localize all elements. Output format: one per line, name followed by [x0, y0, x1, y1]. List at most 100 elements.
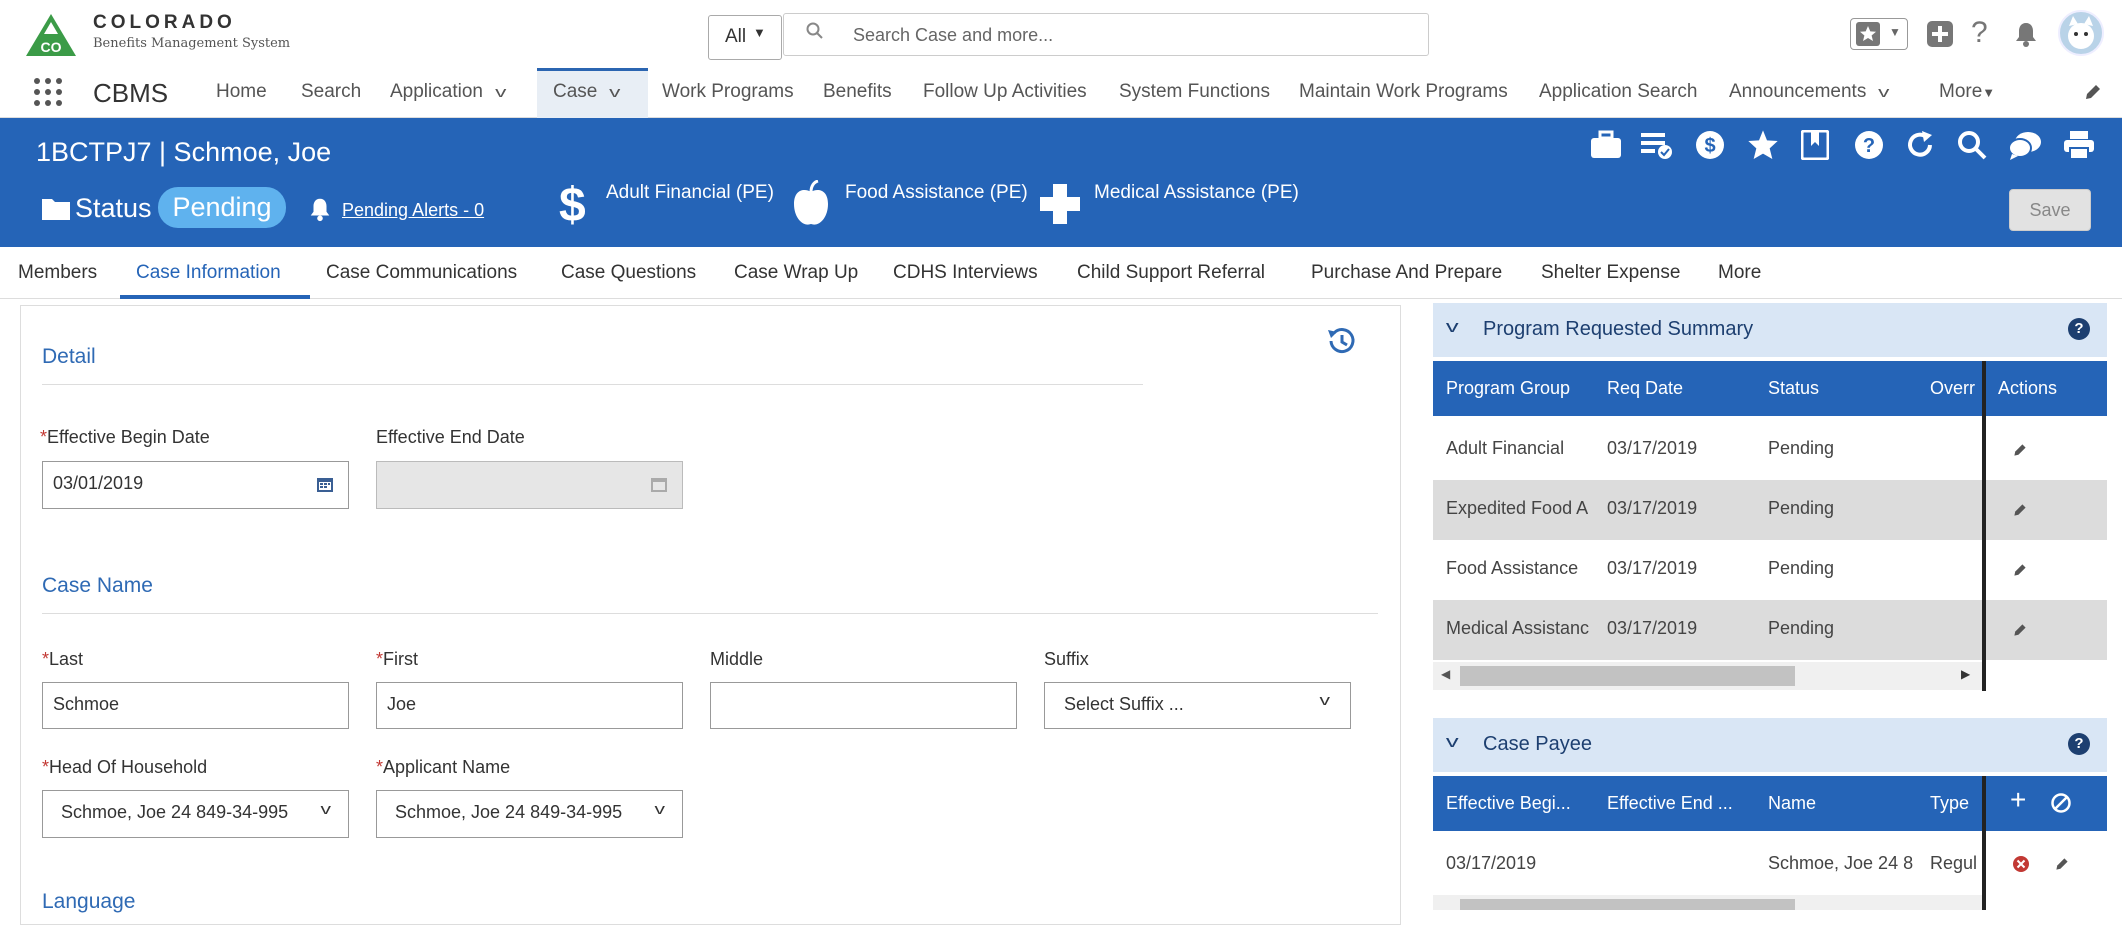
- head-of-household-select[interactable]: Schmoe, Joe 24 849-34-995 v: [42, 790, 349, 838]
- table-row[interactable]: 03/17/2019 Schmoe, Joe 24 8 Regul: [1433, 835, 1983, 895]
- star-icon[interactable]: [1747, 129, 1779, 161]
- tab-case-wrap-up[interactable]: Case Wrap Up: [734, 262, 858, 284]
- col-name[interactable]: Name: [1768, 793, 1816, 814]
- program-adult-financial[interactable]: Adult Financial (PE): [606, 182, 774, 204]
- chevron-down-icon[interactable]: v: [609, 84, 620, 101]
- horizontal-scrollbar[interactable]: ◀ ▶: [1433, 662, 1982, 690]
- bell-icon: [310, 198, 330, 222]
- tab-case-information[interactable]: Case Information: [136, 262, 281, 284]
- edit-pencil-icon[interactable]: [2012, 502, 2028, 518]
- program-food-assistance[interactable]: Food Assistance (PE): [845, 182, 1028, 204]
- edit-pencil-icon[interactable]: [2012, 562, 2028, 578]
- chevron-down-icon[interactable]: v: [1878, 84, 1889, 101]
- table-row[interactable]: Food Assistance 03/17/2019 Pending: [1433, 540, 1983, 600]
- help-icon[interactable]: ?: [2068, 318, 2090, 340]
- colorado-logo-icon[interactable]: CO: [24, 12, 78, 58]
- bookmark-icon[interactable]: [1801, 130, 1829, 160]
- nav-search[interactable]: Search: [301, 68, 361, 118]
- nav-follow-up-activities[interactable]: Follow Up Activities: [923, 68, 1087, 118]
- global-search-input[interactable]: Search Case and more...: [783, 13, 1429, 56]
- nav-benefits[interactable]: Benefits: [823, 68, 892, 118]
- scrollbar-thumb[interactable]: [1460, 666, 1795, 686]
- pending-alerts-link[interactable]: Pending Alerts - 0: [342, 200, 484, 221]
- chevron-down-icon[interactable]: v: [1446, 732, 1459, 752]
- col-override[interactable]: Overr: [1930, 378, 1982, 399]
- nav-application-label: Application: [390, 81, 483, 102]
- magnifier-icon[interactable]: [1957, 130, 1987, 160]
- case-payee-title[interactable]: Case Payee: [1483, 733, 1592, 756]
- nav-application-search[interactable]: Application Search: [1539, 68, 1697, 118]
- edit-pencil-icon[interactable]: [2083, 82, 2103, 102]
- scrollbar-thumb[interactable]: [1460, 899, 1795, 910]
- nav-home[interactable]: Home: [216, 68, 267, 118]
- bell-icon[interactable]: [2012, 20, 2040, 48]
- save-button[interactable]: Save: [2009, 189, 2091, 231]
- favorites-button[interactable]: ▼: [1850, 18, 1908, 50]
- status-label: Status: [75, 193, 152, 223]
- nav-work-programs[interactable]: Work Programs: [662, 68, 794, 118]
- applicant-name-select[interactable]: Schmoe, Joe 24 849-34-995 v: [376, 790, 683, 838]
- tab-case-questions[interactable]: Case Questions: [561, 262, 696, 284]
- frozen-column-divider: [1982, 361, 1986, 691]
- tab-child-support-referral[interactable]: Child Support Referral: [1077, 262, 1265, 284]
- program-medical-assistance[interactable]: Medical Assistance (PE): [1094, 182, 1299, 204]
- tab-purchase-and-prepare[interactable]: Purchase And Prepare: [1311, 262, 1502, 284]
- edit-pencil-icon[interactable]: [2012, 442, 2028, 458]
- table-row[interactable]: Adult Financial 03/17/2019 Pending: [1433, 420, 1983, 480]
- chevron-down-icon[interactable]: v: [1446, 317, 1459, 337]
- print-icon[interactable]: [2063, 130, 2095, 160]
- row-actions: [1986, 835, 2107, 895]
- cancel-icon[interactable]: [2050, 792, 2072, 814]
- briefcase-icon[interactable]: [1590, 130, 1622, 160]
- table-row[interactable]: Medical Assistanc 03/17/2019 Pending: [1433, 600, 1983, 660]
- nav-announcements[interactable]: Announcements v: [1729, 68, 1890, 118]
- nav-application[interactable]: Application v: [390, 68, 506, 118]
- tab-cdhs-interviews[interactable]: CDHS Interviews: [893, 262, 1038, 284]
- scroll-left-icon[interactable]: ◀: [1441, 667, 1450, 681]
- tab-case-communications[interactable]: Case Communications: [326, 262, 517, 284]
- waffle-icon[interactable]: [34, 78, 64, 108]
- effective-begin-date-input[interactable]: 03/01/2019: [42, 461, 349, 509]
- row-req-date: 03/17/2019: [1607, 558, 1698, 578]
- avatar-icon[interactable]: [2058, 10, 2104, 56]
- add-icon[interactable]: [1926, 20, 1954, 48]
- nav-case[interactable]: Case v: [537, 68, 648, 118]
- tab-members[interactable]: Members: [18, 262, 97, 284]
- col-effective-end[interactable]: Effective End ...: [1607, 793, 1733, 814]
- refresh-icon[interactable]: [1905, 130, 1935, 160]
- row-req-date: 03/17/2019: [1607, 438, 1698, 458]
- col-status[interactable]: Status: [1768, 378, 1819, 399]
- delete-icon[interactable]: [2012, 855, 2030, 873]
- chat-icon[interactable]: [2008, 130, 2042, 160]
- col-effective-begin[interactable]: Effective Begi...: [1446, 793, 1571, 814]
- history-icon[interactable]: [1325, 325, 1357, 357]
- program-summary-title[interactable]: Program Requested Summary: [1483, 318, 1753, 341]
- col-program-group[interactable]: Program Group: [1446, 378, 1570, 399]
- table-row[interactable]: Expedited Food A 03/17/2019 Pending: [1433, 480, 1983, 540]
- horizontal-scrollbar[interactable]: [1433, 895, 1982, 910]
- tab-shelter-expense[interactable]: Shelter Expense: [1541, 262, 1680, 284]
- suffix-select[interactable]: Select Suffix ... v: [1044, 682, 1351, 729]
- nav-system-functions[interactable]: System Functions: [1119, 68, 1270, 118]
- dollar-circle-icon[interactable]: $: [1695, 130, 1725, 160]
- chevron-down-icon[interactable]: v: [495, 84, 506, 101]
- search-scope-select[interactable]: All ▼: [708, 15, 782, 60]
- help-circle-icon[interactable]: ?: [1854, 130, 1884, 160]
- first-name-input[interactable]: Joe: [376, 682, 683, 729]
- tab-more[interactable]: More: [1718, 262, 1761, 284]
- scroll-right-icon[interactable]: ▶: [1961, 667, 1970, 681]
- middle-name-input[interactable]: [710, 682, 1017, 729]
- last-name-input[interactable]: Schmoe: [42, 682, 349, 729]
- apple-icon: [794, 180, 828, 225]
- help-icon[interactable]: ?: [2068, 733, 2090, 755]
- calendar-icon[interactable]: [316, 475, 334, 493]
- help-icon[interactable]: ?: [1971, 16, 1988, 50]
- nav-maintain-work-programs[interactable]: Maintain Work Programs: [1299, 68, 1508, 118]
- nav-more[interactable]: More▼: [1939, 68, 1995, 118]
- edit-pencil-icon[interactable]: [2012, 622, 2028, 638]
- edit-pencil-icon[interactable]: [2054, 856, 2070, 872]
- list-check-icon[interactable]: [1641, 130, 1673, 160]
- col-req-date[interactable]: Req Date: [1607, 378, 1683, 399]
- col-type[interactable]: Type: [1930, 793, 1982, 814]
- plus-icon[interactable]: +: [2010, 784, 2026, 816]
